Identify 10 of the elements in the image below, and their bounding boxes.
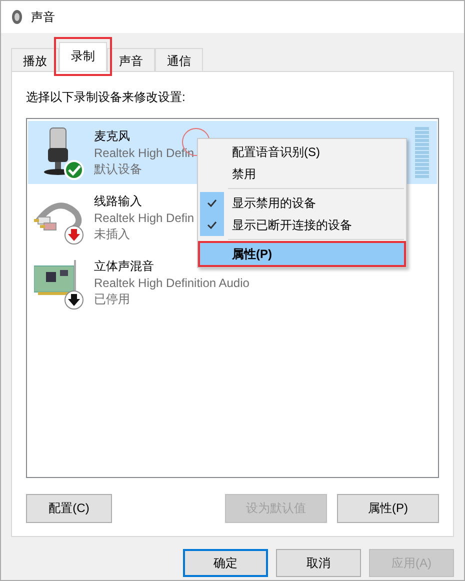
device-status: 未插入 — [94, 226, 130, 242]
window-title: 声音 — [31, 8, 55, 26]
device-driver: Realtek High Definition Audio — [94, 276, 250, 290]
device-name: 线路输入 — [94, 192, 142, 210]
device-name: 立体声混音 — [94, 258, 154, 274]
device-status: 已停用 — [94, 290, 130, 308]
instruction-text: 选择以下录制设备来修改设置: — [26, 89, 186, 106]
device-driver: Realtek High Defin — [94, 210, 194, 224]
device-status: 默认设备 — [94, 160, 142, 178]
device-name: 麦克风 — [94, 128, 130, 144]
